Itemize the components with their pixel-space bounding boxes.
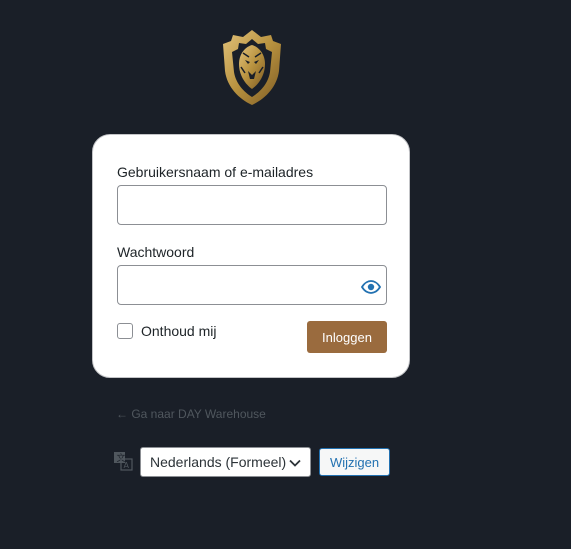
lion-shield-logo[interactable]: [221, 27, 283, 107]
back-to-site-link[interactable]: ← Ga naar DAY Warehouse: [116, 407, 266, 421]
translate-icon: 文 A: [114, 452, 133, 471]
login-card: Gebruikersnaam of e-mailadres Wachtwoord…: [92, 134, 410, 378]
show-password-button[interactable]: [359, 275, 383, 299]
password-input[interactable]: [117, 265, 387, 305]
login-page: Gebruikersnaam of e-mailadres Wachtwoord…: [0, 0, 571, 549]
remember-checkbox[interactable]: [117, 323, 133, 339]
language-select[interactable]: Nederlands (Formeel): [140, 447, 311, 477]
password-label: Wachtwoord: [117, 244, 195, 260]
username-label: Gebruikersnaam of e-mailadres: [117, 164, 314, 180]
remember-label[interactable]: Onthoud mij: [141, 323, 216, 339]
language-selected-value: Nederlands (Formeel): [150, 454, 287, 470]
svg-text:A: A: [124, 461, 130, 470]
username-input[interactable]: [117, 185, 387, 225]
change-language-button[interactable]: Wijzigen: [319, 448, 390, 476]
chevron-down-icon: [289, 459, 301, 467]
login-button[interactable]: Inloggen: [307, 321, 387, 353]
remember-me[interactable]: Onthoud mij: [117, 323, 216, 339]
eye-icon: [361, 280, 381, 294]
